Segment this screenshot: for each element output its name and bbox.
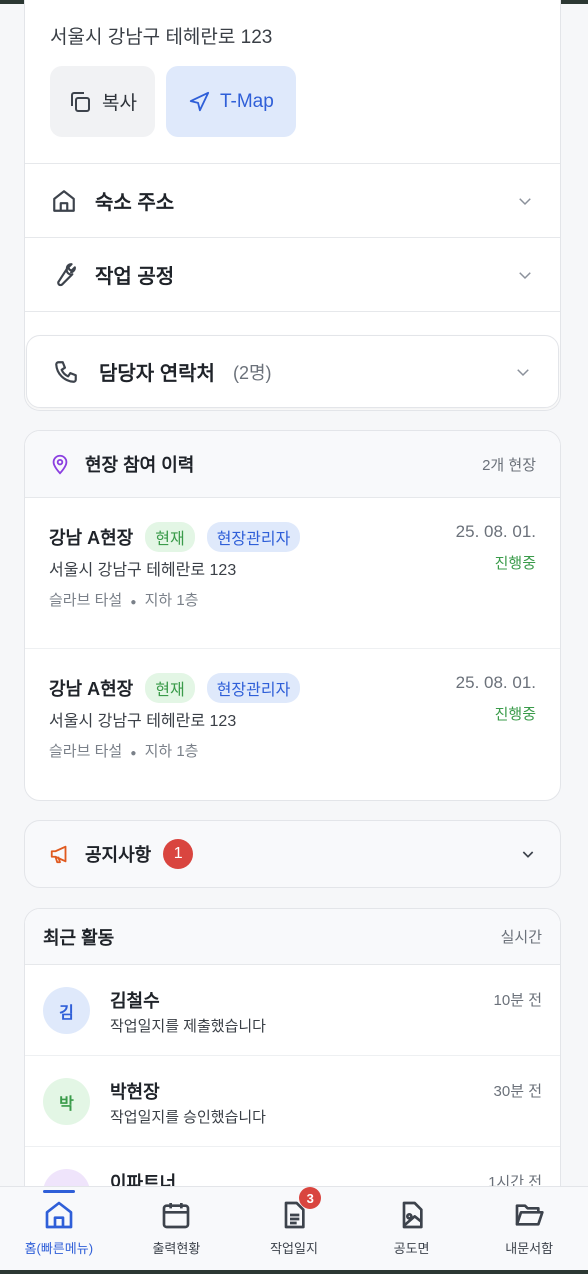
- nav-label: 작업일지: [270, 1241, 318, 1256]
- chevron-down-icon: [514, 363, 532, 381]
- activity-name: 김철수: [110, 991, 160, 1011]
- activity-name: 박현장: [110, 1082, 160, 1102]
- chevron-down-icon: [516, 192, 534, 210]
- map-pin-icon: [49, 453, 71, 475]
- site-count: 2개 현장: [482, 456, 536, 474]
- activity-time: 10분 전: [493, 992, 542, 1009]
- activity-item[interactable]: 김 김철수 작업일지를 제출했습니다 10분 전: [25, 965, 560, 1056]
- copy-button[interactable]: 복사: [50, 66, 155, 137]
- site-info-card: 서울시 강남구 테헤란로 123 복사 T-Map 숙소 주소 작업 공정 담당…: [24, 0, 561, 411]
- accordion-label: 숙소 주소: [95, 192, 175, 214]
- nav-my-documents[interactable]: 내문서함: [470, 1187, 588, 1270]
- avatar: 박: [43, 1078, 90, 1125]
- site-history-header: 현장 참여 이력 2개 현장: [25, 431, 560, 498]
- wrench-icon: [51, 262, 77, 288]
- activity-item[interactable]: 박 박현장 작업일지를 승인했습니다 30분 전: [25, 1056, 560, 1147]
- site-history-item[interactable]: 강남 A현장 현재 현장관리자 서울시 강남구 테헤란로 123 슬라브 타설 ● …: [25, 649, 560, 800]
- site-name: 강남 A현장: [49, 528, 134, 548]
- site-process: 슬라브 타설: [49, 592, 123, 609]
- nav-label: 출력현황: [152, 1241, 201, 1256]
- accordion-work-process[interactable]: 작업 공정: [25, 237, 560, 311]
- folder-open-icon: [513, 1199, 545, 1231]
- tmap-button[interactable]: T-Map: [165, 66, 296, 137]
- nav-drawings[interactable]: 공도면: [353, 1187, 471, 1270]
- realtime-label: 실시간: [500, 929, 542, 946]
- home-icon: [43, 1199, 75, 1231]
- window-bottom-border: [0, 1270, 588, 1274]
- activity-message: 작업일지를 승인했습니다: [110, 1109, 266, 1126]
- accordion-lodging-address[interactable]: 숙소 주소: [25, 163, 560, 237]
- role-tag: 현장관리자: [206, 522, 301, 552]
- nav-label: 내문서함: [505, 1241, 554, 1256]
- site-history-card: 현장 참여 이력 2개 현장 강남 A현장 현재 현장관리자 서울시 강남구 테헤란…: [24, 430, 561, 801]
- activity-time: 30분 전: [493, 1083, 542, 1100]
- chevron-down-icon: [516, 266, 534, 284]
- megaphone-icon: [49, 843, 71, 865]
- activity-message: 작업일지를 제출했습니다: [110, 1018, 266, 1035]
- section-title: 최근 활동: [43, 927, 115, 948]
- recent-activity-card: 최근 활동 실시간 김 김철수 작업일지를 제출했습니다 10분 전 박 박현장…: [24, 908, 561, 1208]
- site-floor: 지하 1층: [144, 592, 199, 609]
- site-date: 25. 08. 01.: [455, 522, 536, 541]
- accordion-contacts[interactable]: 담당자 연락처 (2명): [26, 335, 559, 408]
- site-process: 슬라브 타설: [49, 743, 123, 760]
- recent-activity-header: 최근 활동 실시간: [25, 909, 560, 965]
- contact-count: (2명): [232, 362, 272, 383]
- site-address: 서울시 강남구 테헤란로 123: [49, 562, 237, 579]
- nav-worklog[interactable]: 3 작업일지: [235, 1187, 353, 1270]
- chevron-down-icon: [520, 846, 536, 862]
- address-text: 서울시 강남구 테헤란로 123: [50, 27, 273, 48]
- current-tag: 현재: [145, 673, 195, 703]
- nav-home[interactable]: 홈(빠른메뉴): [0, 1187, 118, 1270]
- current-tag: 현재: [145, 522, 195, 552]
- section-title: 현장 참여 이력: [85, 455, 195, 475]
- accordion-label: 담당자 연락처: [99, 363, 215, 385]
- copy-icon: [68, 90, 92, 114]
- bottom-navigation: 홈(빠른메뉴) 출력현황 3 작업일지 공도면 내문서함: [0, 1186, 588, 1270]
- navigation-icon: [188, 91, 210, 113]
- nav-label: 홈(빠른메뉴): [24, 1241, 94, 1256]
- nav-label: 공도면: [393, 1241, 430, 1256]
- phone-icon: [53, 359, 79, 385]
- worklog-count-badge: 3: [299, 1187, 322, 1209]
- calendar-icon: [160, 1199, 192, 1231]
- site-status: 진행중: [494, 706, 536, 723]
- tmap-label: T-Map: [219, 90, 274, 112]
- site-history-item[interactable]: 강남 A현장 현재 현장관리자 서울시 강남구 테헤란로 123 슬라브 타설 ● …: [25, 498, 560, 649]
- copy-label: 복사: [102, 93, 137, 114]
- nav-attendance[interactable]: 출력현황: [118, 1187, 236, 1270]
- notice-accordion[interactable]: 공지사항 1: [24, 820, 561, 888]
- site-address: 서울시 강남구 테헤란로 123: [49, 713, 237, 730]
- avatar: 김: [43, 987, 90, 1034]
- accordion-label: 작업 공정: [95, 266, 175, 288]
- site-status: 진행중: [494, 555, 536, 572]
- section-title: 공지사항: [85, 845, 152, 865]
- site-name: 강남 A현장: [49, 679, 134, 699]
- image-file-icon: [396, 1199, 428, 1231]
- site-floor: 지하 1층: [144, 743, 199, 760]
- notice-count-badge: 1: [163, 839, 194, 869]
- role-tag: 현장관리자: [206, 673, 301, 703]
- home-icon: [51, 188, 77, 214]
- site-date: 25. 08. 01.: [455, 673, 536, 692]
